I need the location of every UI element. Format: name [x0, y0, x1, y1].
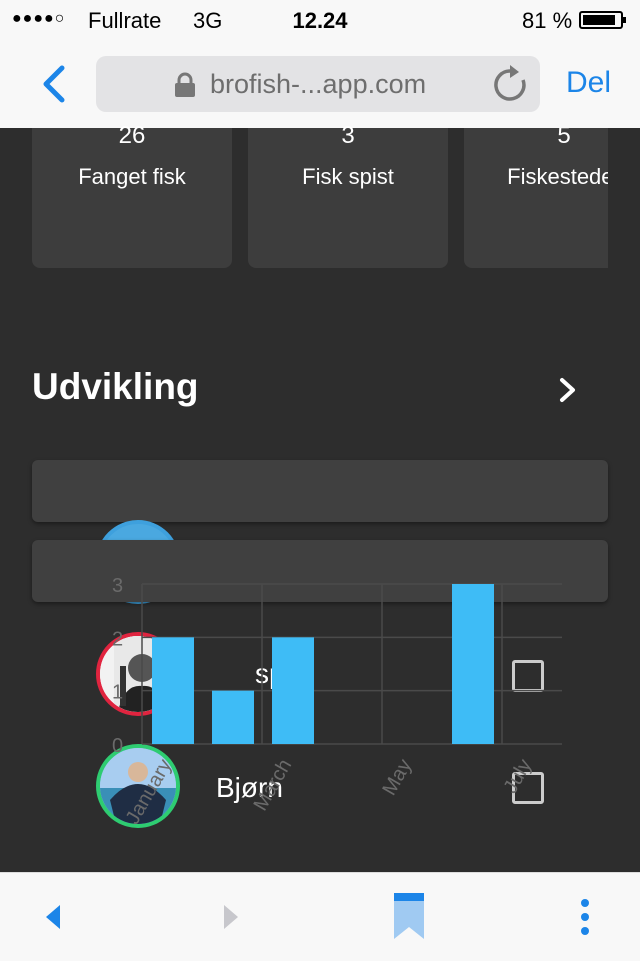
chevron-right-icon[interactable]: [556, 377, 580, 403]
battery-icon: [579, 11, 626, 29]
more-icon[interactable]: [578, 897, 592, 937]
status-bar: ●●●●○ Fullrate 3G 12.24 81 %: [0, 0, 640, 42]
y-tick-label: 2: [112, 628, 123, 650]
stat-value: 5: [557, 128, 571, 149]
y-tick-label: 1: [112, 682, 123, 704]
chart-panel-1[interactable]: [32, 460, 608, 522]
y-tick-label: 0: [112, 735, 123, 757]
x-tick-label: July: [499, 756, 536, 798]
back-arrow-icon[interactable]: [42, 903, 64, 931]
forward-arrow-icon[interactable]: [220, 903, 242, 931]
stat-value: 26: [118, 122, 146, 149]
bookmark-icon[interactable]: [392, 891, 426, 941]
lock-icon: [175, 72, 195, 97]
stat-card-eaten[interactable]: 3 Fisk spist: [248, 122, 448, 268]
stat-label: Fiskesteder: [507, 164, 608, 189]
stat-label: Fanget fisk: [78, 164, 186, 189]
chart-bar: [212, 690, 254, 744]
stat-card-caught[interactable]: 26 Fanget fisk: [32, 122, 232, 268]
development-chart: 0 1 2 3 January March May July: [112, 575, 562, 829]
url-text: brofish-...app.com: [210, 69, 427, 99]
y-tick-label: 3: [112, 575, 123, 597]
stat-value: 3: [341, 122, 355, 149]
share-button[interactable]: Del: [566, 66, 611, 100]
x-tick-label: March: [249, 756, 296, 815]
chart-bar: [272, 637, 314, 744]
back-chevron-icon[interactable]: [36, 62, 76, 106]
browser-toolbar: [0, 872, 640, 961]
x-tick-label: January: [122, 756, 177, 829]
section-title: Udvikling: [32, 366, 199, 407]
browser-navbar: brofish-...app.com Del: [0, 42, 640, 128]
address-bar[interactable]: brofish-...app.com: [96, 56, 540, 112]
x-tick-label: May: [378, 756, 416, 800]
reload-icon[interactable]: [490, 65, 530, 105]
stat-card-spots[interactable]: 5 Fiskesteder: [464, 128, 608, 268]
battery-percent: 81 %: [522, 8, 573, 33]
stat-label: Fisk spist: [302, 164, 394, 189]
chart-bar: [152, 637, 194, 744]
chart-bar: [452, 584, 494, 744]
